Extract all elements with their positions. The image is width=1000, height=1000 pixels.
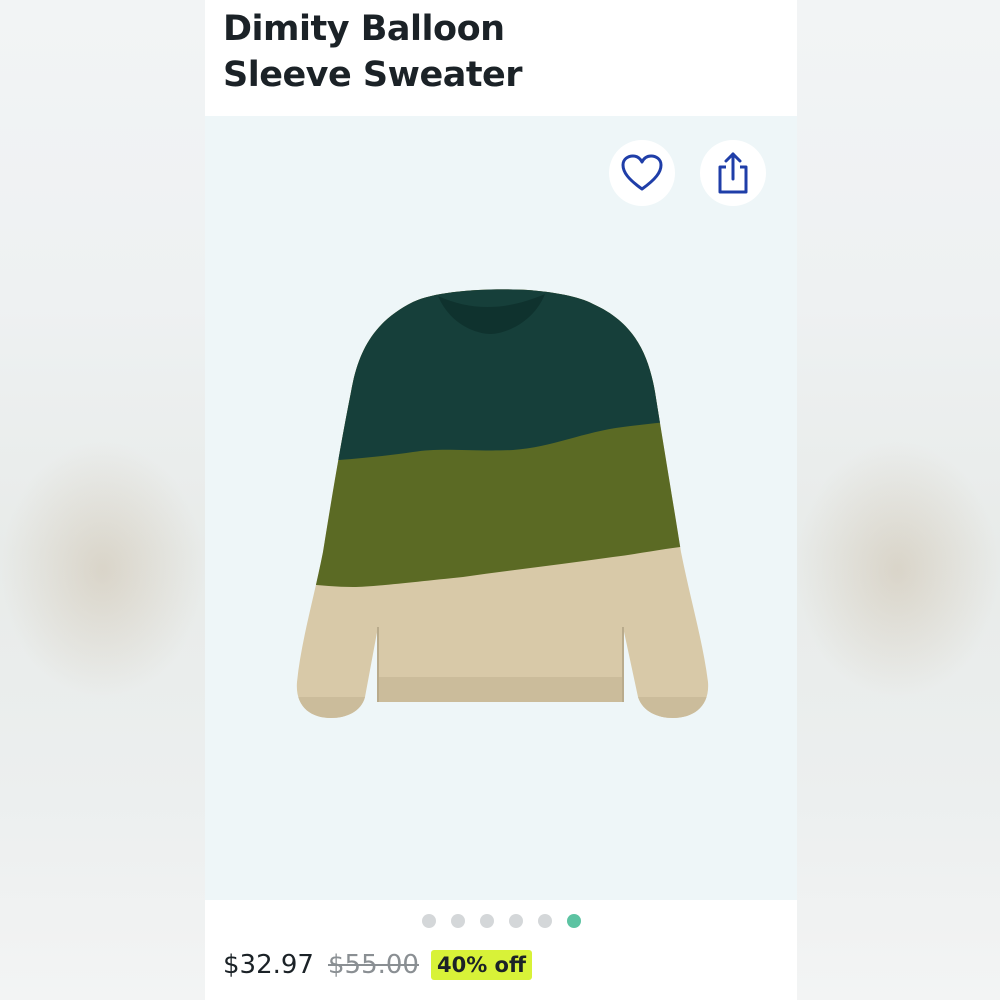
sale-price: $32.97 (223, 950, 314, 980)
product-screen: Dimity Balloon Sleeve Sweater $32.97 $55… (205, 0, 797, 1000)
discount-badge: 40% off (430, 950, 532, 980)
product-title-line-2: Sleeve Sweater (223, 55, 523, 95)
carousel-indicators (205, 914, 797, 928)
share-icon (718, 152, 748, 194)
carousel-dot[interactable] (479, 914, 494, 928)
original-price: $55.00 (327, 950, 419, 980)
price-row: $32.97 $55.00 40% off (223, 950, 532, 980)
carousel-dot-active[interactable] (566, 914, 581, 928)
product-title-line-1: Dimity Balloon (223, 9, 505, 49)
heart-icon (621, 154, 663, 191)
sweater-product-image (296, 289, 709, 718)
carousel-dot[interactable] (537, 914, 552, 928)
carousel-dot[interactable] (421, 914, 436, 928)
carousel-dot[interactable] (450, 914, 465, 928)
background-blur-right (795, 0, 1000, 1000)
share-button[interactable] (700, 140, 766, 206)
product-title: Dimity Balloon Sleeve Sweater (223, 6, 783, 98)
carousel-dot[interactable] (508, 914, 523, 928)
product-image-carousel[interactable] (205, 116, 797, 900)
background-blur-left (0, 0, 205, 1000)
favorite-button[interactable] (609, 140, 675, 206)
